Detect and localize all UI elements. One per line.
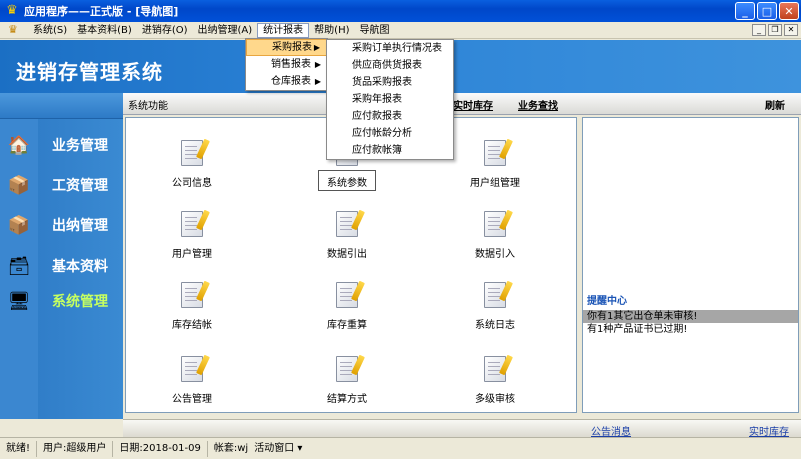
function-stock-close[interactable]: 库存结帐 xyxy=(147,280,237,336)
status-account: 帐套:wj xyxy=(213,442,249,454)
function-settlement-method[interactable]: 结算方式 xyxy=(302,354,392,410)
menu-item-warehouse-reports[interactable]: 仓库报表 ▶ xyxy=(246,73,327,90)
monitor-icon: 🖥 xyxy=(7,290,31,312)
menu-statistics[interactable]: 统计报表 xyxy=(257,22,310,38)
reminder-item[interactable]: 有1种产品证书已过期! xyxy=(583,323,798,336)
function-user-admin[interactable]: 用户管理 xyxy=(147,209,237,265)
active-window-dropdown[interactable]: 活动窗口 ▾ xyxy=(254,441,308,457)
function-user-group[interactable]: 用户组管理 xyxy=(450,138,540,194)
function-data-export[interactable]: 数据引出 xyxy=(302,209,392,265)
box-icon: 📦 xyxy=(7,174,31,196)
menu-help[interactable]: 帮助(H) xyxy=(309,23,354,38)
menu-navigation[interactable]: 导航图 xyxy=(355,23,395,38)
maximize-button[interactable]: □ xyxy=(757,2,777,20)
link-business-search[interactable]: 业务查找 xyxy=(518,97,558,112)
mdi-minimize-button[interactable]: _ xyxy=(752,24,766,36)
nav-item-payroll[interactable]: 📦 工资管理 xyxy=(0,167,123,203)
menu-item-po-execution[interactable]: 采购订单执行情况表 xyxy=(327,40,453,57)
document-edit-icon xyxy=(336,209,365,237)
left-nav-header xyxy=(0,93,123,119)
title-bar: ♛ 应用程序——正式版 - [导航图] _ □ ✕ xyxy=(0,0,801,22)
document-edit-icon xyxy=(484,209,513,237)
document-edit-icon xyxy=(484,354,513,382)
menu-item-payables-ledger[interactable]: 应付款帐簿 xyxy=(327,142,453,159)
refresh-button[interactable]: 刷新 xyxy=(765,97,785,112)
box-icon: 📦 xyxy=(7,214,31,236)
right-panel: 提醒中心 你有1其它出仓单未审核! 有1种产品证书已过期! xyxy=(582,117,799,413)
reminder-item[interactable]: 你有1其它出仓单未审核! xyxy=(583,310,798,323)
status-user: 用户:超级用户 xyxy=(37,440,114,457)
document-icon[interactable]: ♛ xyxy=(8,23,22,37)
document-edit-icon xyxy=(484,138,513,166)
chevron-right-icon: ▶ xyxy=(313,43,320,52)
status-bar: 就绪! 用户:超级用户 日期:2018-01-09 帐套:wj 活动窗口 ▾ xyxy=(0,437,801,459)
reminder-center-title: 提醒中心 xyxy=(583,295,798,309)
status-date: 日期:2018-01-09 xyxy=(113,440,208,457)
menu-item-goods-purchase[interactable]: 货品采购报表 xyxy=(327,74,453,91)
nav-item-basic-data[interactable]: 🗃 基本资料 xyxy=(0,248,123,284)
function-company-info[interactable]: 公司信息 xyxy=(147,138,237,194)
menu-cashier[interactable]: 出纳管理(A) xyxy=(193,23,258,38)
chevron-right-icon: ▶ xyxy=(314,60,321,69)
window-title: 应用程序——正式版 - [导航图] xyxy=(24,5,179,18)
document-edit-icon xyxy=(181,209,210,237)
house-icon: 🏠 xyxy=(7,134,31,156)
link-announcements[interactable]: 公告消息 xyxy=(591,423,631,438)
function-system-log[interactable]: 系统日志 xyxy=(450,280,540,336)
chevron-down-icon: ▾ xyxy=(297,442,303,454)
banner-title: 进销存管理系统 xyxy=(16,60,163,84)
function-stock-recalc[interactable]: 库存重算 xyxy=(302,280,392,336)
menu-system[interactable]: 系统(S) xyxy=(28,23,72,38)
document-edit-icon xyxy=(181,280,210,308)
function-data-import[interactable]: 数据引入 xyxy=(450,209,540,265)
menu-item-purchase-reports[interactable]: 采购报表 ▶ xyxy=(246,39,327,56)
chevron-right-icon: ▶ xyxy=(314,77,321,86)
document-edit-icon xyxy=(336,354,365,382)
nav-item-cashier[interactable]: 📦 出纳管理 xyxy=(0,207,123,243)
function-announcement[interactable]: 公告管理 xyxy=(147,354,237,410)
bottom-links: 公告消息 实时库存 xyxy=(123,419,801,438)
menu-item-payables[interactable]: 应付款报表 xyxy=(327,108,453,125)
document-edit-icon xyxy=(181,354,210,382)
close-button[interactable]: ✕ xyxy=(779,2,799,20)
document-edit-icon xyxy=(484,280,513,308)
function-panel: 公司信息 系统参数 用户组管理 用户管理 数据引出 数据引入 库存结帐 库存重算… xyxy=(125,117,577,413)
document-edit-icon xyxy=(181,138,210,166)
statistics-menu: 采购报表 ▶ 销售报表 ▶ 仓库报表 ▶ xyxy=(245,38,328,91)
minimize-button[interactable]: _ xyxy=(735,2,755,20)
link-realtime-stock[interactable]: 实时库存 xyxy=(453,97,493,112)
document-edit-icon xyxy=(336,280,365,308)
menu-item-supplier-supply[interactable]: 供应商供货报表 xyxy=(327,57,453,74)
app-icon[interactable]: ♛ xyxy=(4,3,20,19)
function-multi-level-audit[interactable]: 多级审核 xyxy=(450,354,540,410)
menu-item-purchase-annual[interactable]: 采购年报表 xyxy=(327,91,453,108)
nav-item-business[interactable]: 🏠 业务管理 xyxy=(0,127,123,163)
mdi-close-button[interactable]: ✕ xyxy=(784,24,798,36)
menu-bar: ♛ 系统(S) 基本资料(B) 进销存(O) 出纳管理(A) 统计报表 帮助(H… xyxy=(0,22,801,39)
nav-item-system-admin[interactable]: 🖥 系统管理 xyxy=(0,283,123,319)
menu-inventory[interactable]: 进销存(O) xyxy=(137,23,193,38)
status-ready: 就绪! xyxy=(0,440,38,457)
link-realtime-stock-bottom[interactable]: 实时库存 xyxy=(749,423,789,438)
section-title: 系统功能 xyxy=(128,101,168,112)
menu-item-payables-aging[interactable]: 应付帐龄分析 xyxy=(327,125,453,142)
database-icon: 🗃 xyxy=(7,255,31,277)
purchase-reports-submenu: 采购订单执行情况表 供应商供货报表 货品采购报表 采购年报表 应付款报表 应付帐… xyxy=(326,39,454,160)
main-header: 系统功能 实时库存 业务查找 刷新 xyxy=(123,93,801,115)
left-nav: 🏠 业务管理 📦 工资管理 📦 出纳管理 🗃 基本资料 🖥 系统管理 xyxy=(0,93,123,419)
menu-basic-data[interactable]: 基本资料(B) xyxy=(72,23,137,38)
mdi-restore-button[interactable]: ❐ xyxy=(768,24,782,36)
menu-item-sales-reports[interactable]: 销售报表 ▶ xyxy=(246,56,327,73)
